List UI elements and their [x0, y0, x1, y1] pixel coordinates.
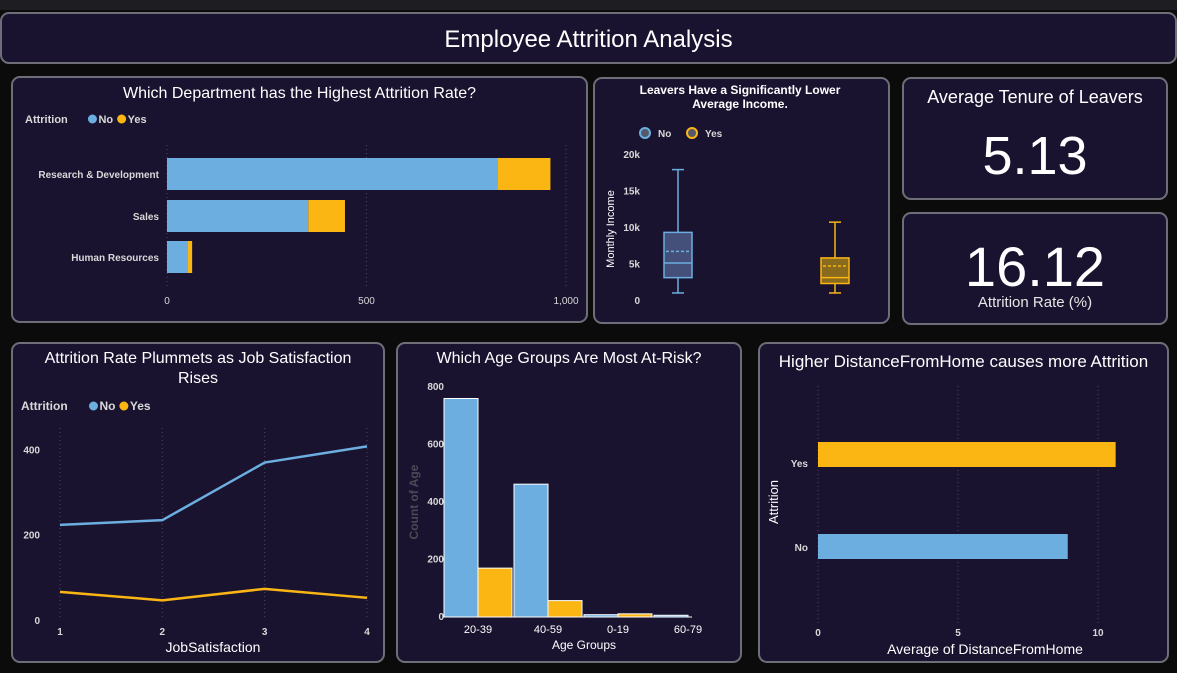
distance-x-tick: 0: [815, 628, 821, 639]
legend-marker-yes: [117, 114, 127, 124]
legend-marker-no: [639, 127, 651, 139]
dept-bar-no: [167, 200, 309, 232]
income-y-axis-label: Monthly Income: [605, 190, 617, 268]
age-x-tick: 0-19: [607, 624, 629, 636]
legend-marker-yes: [119, 401, 129, 411]
age-x-tick: 40-59: [534, 624, 562, 636]
income-y-tick: 5k: [629, 260, 641, 271]
legend-label-no: No: [658, 129, 671, 140]
income-y-tick: 10k: [623, 223, 640, 234]
dashboard-title: Employee Attrition Analysis: [444, 26, 733, 53]
satisfaction-y-tick: 200: [23, 531, 40, 542]
satisfaction-y-tick: 400: [23, 445, 40, 456]
dept-x-tick: 500: [358, 296, 375, 307]
age-x-tick: 20-39: [464, 624, 492, 636]
dept-chart: Attrition No Yes 0 500 1,000 Research & Develo…: [25, 114, 579, 307]
legend-marker-no: [87, 114, 97, 124]
attrition-rate-kpi-card: 16.12 Attrition Rate (%): [902, 212, 1168, 325]
distance-bar-yes: [818, 442, 1116, 467]
legend-marker-yes: [686, 127, 698, 139]
age-chart-card[interactable]: Which Age Groups Are Most At-Risk? 0 200 4…: [396, 342, 742, 663]
distance-x-tick: 5: [955, 628, 961, 639]
satisfaction-chart: Attrition No Yes 1 2 3 4 0 200 400 JobSatisfaction: [21, 399, 370, 655]
dept-bar-yes: [308, 200, 345, 232]
distance-x-axis-label: Average of DistanceFromHome: [887, 641, 1083, 657]
tenure-kpi-value: 5.13: [982, 126, 1088, 186]
dept-bar-yes: [497, 158, 551, 190]
distance-bar-no: [818, 534, 1068, 559]
satisfaction-line-no: [59, 445, 368, 527]
dashboard-title-banner: Employee Attrition Analysis: [0, 12, 1177, 64]
dept-chart-card[interactable]: Which Department has the Highest Attriti…: [11, 76, 588, 323]
dept-x-tick: 0: [164, 296, 170, 307]
satisfaction-x-axis-label: JobSatisfaction: [166, 639, 261, 655]
legend-label-no: No: [98, 114, 113, 126]
age-bar-yes: [547, 600, 583, 618]
age-chart: 0200400600800Count of Age20-39 40-59 0-19 6…: [407, 382, 702, 652]
legend-label-yes: Yes: [128, 114, 147, 126]
income-chart: No Yes 0 5k 10k 15k 20k Monthly Income: [605, 127, 850, 307]
dept-x-tick: 1,000: [553, 296, 578, 307]
legend-title: Attrition: [21, 399, 68, 413]
distance-chart: 0 5 10 Yes No Attrition Average of DistanceFro…: [766, 386, 1116, 657]
age-bar-yes: [477, 567, 513, 618]
dept-category-label: Research & Development: [38, 170, 159, 181]
distance-x-tick: 10: [1092, 628, 1104, 639]
tenure-kpi-title: Average Tenure of Leavers: [927, 87, 1143, 107]
dept-bar-yes: [187, 241, 193, 273]
tenure-kpi-card: Average Tenure of Leavers 5.13: [902, 77, 1168, 200]
dept-category-label: Human Resources: [71, 253, 159, 264]
distance-category-label: No: [795, 543, 808, 554]
age-y-axis-label: Count of Age: [407, 464, 421, 539]
age-y-tick: 400: [427, 497, 444, 508]
attrition-rate-kpi-value: 16.12: [964, 235, 1106, 298]
window-top-strip: [0, 0, 1177, 10]
age-x-axis-label: Age Groups: [552, 638, 616, 652]
satisfaction-x-tick: 1: [57, 627, 63, 638]
age-y-tick: 600: [427, 440, 444, 451]
legend-label-yes: Yes: [705, 129, 723, 140]
income-chart-card[interactable]: Leavers Have a Significantly Lower Avera…: [593, 77, 890, 324]
attrition-rate-kpi-label: Attrition Rate (%): [977, 294, 1093, 311]
dept-bar-no: [167, 158, 498, 190]
dept-category-label: Sales: [133, 212, 160, 223]
income-box: [820, 257, 850, 285]
satisfaction-x-tick: 3: [262, 627, 268, 638]
distance-chart-card[interactable]: Higher DistanceFromHome causes more Attr…: [758, 342, 1169, 663]
distance-y-axis-label: Attrition: [766, 480, 781, 524]
income-y-tick: 0: [634, 296, 640, 307]
income-y-tick: 15k: [623, 187, 640, 198]
income-box: [663, 231, 693, 279]
age-y-tick: 800: [427, 382, 444, 393]
satisfaction-chart-card[interactable]: Attrition Rate Plummets as Job Satisfact…: [11, 342, 385, 663]
satisfaction-x-tick: 2: [160, 627, 166, 638]
age-y-tick: 200: [427, 555, 444, 566]
satisfaction-x-tick: 4: [364, 627, 370, 638]
income-y-tick: 20k: [623, 150, 640, 161]
age-bar-no: [513, 483, 549, 618]
age-bar-no: [443, 398, 479, 618]
legend-marker-no: [88, 401, 98, 411]
legend-title: Attrition: [25, 114, 68, 126]
satisfaction-line-yes: [59, 587, 368, 602]
dept-bar-no: [167, 241, 188, 273]
satisfaction-y-tick: 0: [34, 616, 40, 627]
legend-label-yes: Yes: [130, 399, 151, 413]
age-x-tick: 60-79: [674, 624, 702, 636]
legend-label-no: No: [99, 399, 115, 413]
distance-category-label: Yes: [791, 459, 809, 470]
